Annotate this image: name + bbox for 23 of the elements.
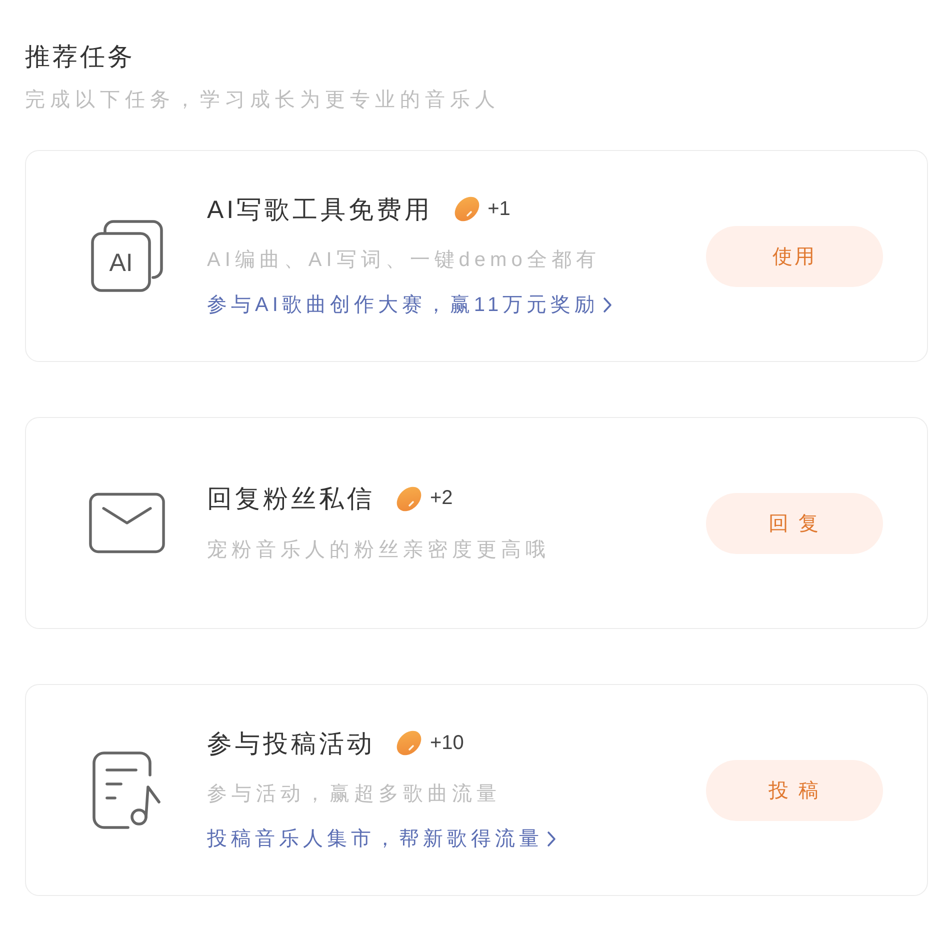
task-description: AI编曲、AI写词、一键demo全都有 [207,248,600,273]
bean-icon [452,195,481,223]
reward-points: +2 [430,487,453,510]
section-title: 推荐任务 [25,42,136,73]
reward-points: +10 [430,732,464,754]
action-button[interactable]: 回 复 [706,492,883,554]
envelope-icon [89,492,165,554]
chevron-right-icon [547,831,556,847]
action-button[interactable]: 使用 [706,226,883,286]
action-button[interactable]: 投 稿 [706,760,883,820]
bean-icon [395,729,423,757]
task-title: AI写歌工具免费用 [207,194,433,226]
promo-link[interactable]: 投稿音乐人集市，帮新歌得流量 [207,824,556,854]
reward-points: +1 [488,198,510,220]
task-title: 回复粉丝私信 [207,484,375,515]
promo-link[interactable]: 参与AI歌曲创作大赛，赢11万元奖励 [207,290,612,320]
section-subtitle: 完成以下任务，学习成长为更专业的音乐人 [25,88,501,113]
task-description: 参与活动，赢超多歌曲流量 [207,782,501,807]
task-description: 宠粉音乐人的粉丝亲密度更高哦 [207,538,550,562]
task-title: 参与投稿活动 [207,728,375,760]
chevron-right-icon [602,297,612,313]
bean-icon [395,484,423,512]
music-document-icon [92,751,162,829]
